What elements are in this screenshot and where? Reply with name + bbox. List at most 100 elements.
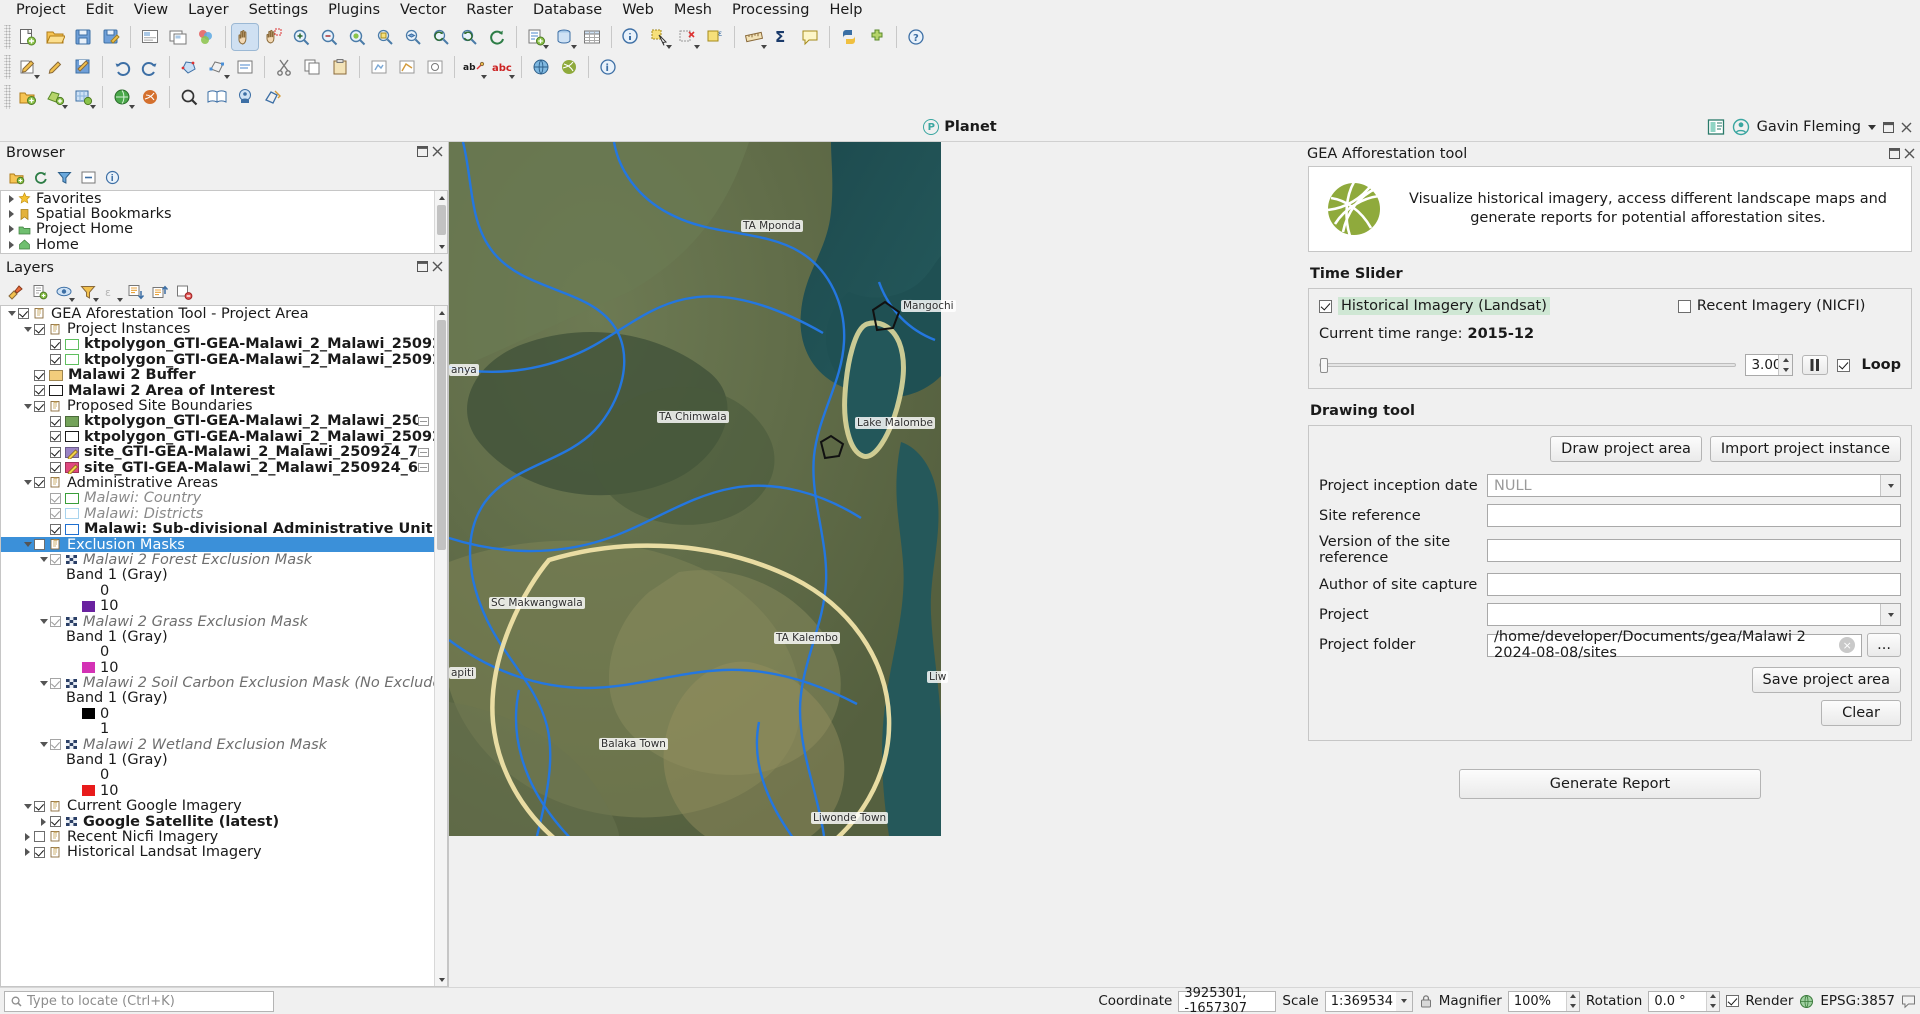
render-checkbox[interactable] — [1726, 995, 1740, 1007]
chevron-right-icon[interactable] — [21, 848, 34, 857]
place-marker-icon[interactable] — [232, 84, 258, 110]
menu-web[interactable]: Web — [612, 0, 664, 21]
python-console-icon[interactable] — [836, 24, 862, 50]
collapse-all-icon[interactable] — [77, 166, 99, 188]
crs-value[interactable]: EPSG:3857 — [1820, 993, 1895, 1009]
new-print-layout-icon[interactable] — [137, 24, 163, 50]
layer-edit-badge-icon[interactable] — [418, 447, 429, 457]
open-data-source-manager-icon[interactable] — [14, 84, 40, 110]
layer-row-ktpolygon-1264[interactable]: ktpolygon_GTI-GEA-Malawi_2_Malawi_250924… — [1, 413, 447, 429]
layer-row-malawi-subdivisional[interactable]: Malawi: Sub-divisional Administrative Un… — [1, 521, 447, 537]
add-line-feature-icon[interactable] — [394, 54, 420, 80]
site-reference-input[interactable] — [1487, 504, 1901, 527]
layer-visibility-checkbox[interactable] — [34, 846, 45, 858]
add-group-icon[interactable] — [29, 281, 51, 303]
filter-legend-icon[interactable] — [77, 281, 99, 303]
magnifier-spinbox[interactable]: 100% — [1507, 990, 1580, 1012]
layer-visibility-checkbox[interactable] — [50, 354, 61, 366]
browser-item-spatial-bookmarks[interactable]: Spatial Bookmarks — [1, 206, 447, 222]
layer-visibility-checkbox[interactable] — [50, 492, 61, 504]
paste-features-icon[interactable] — [327, 54, 353, 80]
menu-project[interactable]: Project — [6, 0, 76, 21]
layers-float-icon[interactable] — [417, 261, 428, 272]
statistical-summary-icon[interactable]: Σ — [769, 24, 795, 50]
spin-up-icon[interactable] — [1707, 991, 1720, 1001]
layer-row-grass-band[interactable]: Band 1 (Gray) — [1, 629, 447, 645]
layer-visibility-checkbox[interactable] — [34, 800, 45, 812]
menu-layer[interactable]: Layer — [178, 0, 238, 21]
chevron-down-icon[interactable] — [21, 480, 34, 486]
layer-row-site-78d2[interactable]: site_GTI-GEA-Malawi_2_Malawi_250924_78d2 — [1, 444, 447, 460]
layer-row-exclusion-masks[interactable]: Exclusion Masks — [1, 537, 447, 553]
layer-row-malawi-country[interactable]: Malawi: Country — [1, 490, 447, 506]
globe-icon[interactable] — [1799, 994, 1814, 1009]
layer-row-forest-val-10[interactable]: 10 — [1, 598, 447, 614]
measure-icon[interactable] — [741, 24, 767, 50]
layer-edit-badge-icon[interactable] — [418, 463, 429, 473]
cut-features-icon[interactable] — [271, 54, 297, 80]
add-ring-icon[interactable] — [422, 54, 448, 80]
menu-raster[interactable]: Raster — [456, 0, 523, 21]
filter-legend-expression-icon[interactable]: ε — [101, 281, 123, 303]
layer-visibility-checkbox[interactable] — [50, 616, 61, 627]
layer-row-soil-val-0[interactable]: 0 — [1, 706, 447, 722]
layer-row-ktpolygon-7c6a-c[interactable]: ktpolygon_GTI-GEA-Malawi_2_Malawi_250924… — [1, 429, 447, 445]
gea-plugin-icon[interactable] — [556, 54, 582, 80]
browse-folder-button[interactable]: ... — [1867, 633, 1901, 657]
pause-button[interactable] — [1802, 355, 1829, 375]
chevron-down-icon[interactable] — [37, 619, 50, 624]
layer-row-forest-band[interactable]: Band 1 (Gray) — [1, 567, 447, 583]
layer-row-historical-landsat-imagery[interactable]: Historical Landsat Imagery — [1, 844, 447, 860]
layer-row-site-6803[interactable]: site_GTI-GEA-Malawi_2_Malawi_250924_6803 — [1, 460, 447, 476]
zoom-last-icon[interactable] — [428, 24, 454, 50]
spin-down-icon[interactable] — [1707, 1001, 1720, 1011]
layer-row-current-google-imagery[interactable]: Current Google Imagery — [1, 798, 447, 814]
messages-icon[interactable] — [1901, 994, 1916, 1009]
zoom-to-layer-icon[interactable] — [400, 24, 426, 50]
globe-plugin-icon[interactable] — [528, 54, 554, 80]
style-manager-icon[interactable] — [193, 24, 219, 50]
layer-row-soil-val-1[interactable]: 1 — [1, 721, 447, 737]
deselect-features-icon[interactable] — [674, 24, 700, 50]
open-layer-styling-icon[interactable] — [5, 281, 27, 303]
toggle-editing-icon[interactable] — [42, 54, 68, 80]
generate-report-button[interactable]: Generate Report — [1459, 769, 1761, 799]
layer-visibility-checkbox[interactable] — [50, 523, 61, 535]
layer-row-google-satellite-latest[interactable]: Google Satellite (latest) — [1, 814, 447, 830]
layer-visibility-checkbox[interactable] — [50, 462, 61, 474]
add-vector-layer-icon[interactable] — [42, 84, 68, 110]
toolbar-grip[interactable] — [4, 55, 11, 79]
zoom-next-icon[interactable] — [456, 24, 482, 50]
geoprocessing-icon[interactable] — [260, 84, 286, 110]
pan-map-icon[interactable] — [231, 23, 259, 51]
save-layer-edits-icon[interactable] — [70, 54, 96, 80]
spin-down-icon[interactable] — [1779, 365, 1793, 375]
browser-item-favorites[interactable]: Favorites — [1, 191, 447, 207]
chevron-right-icon[interactable] — [37, 817, 50, 826]
spin-up-icon[interactable] — [1779, 355, 1793, 365]
layer-row-grass-val-10[interactable]: 10 — [1, 660, 447, 676]
layer-row-forest-val-0[interactable]: 0 — [1, 583, 447, 599]
label-toolbar-ab-icon[interactable]: ab — [461, 54, 487, 80]
layer-row-soil-carbon-exclusion-mask[interactable]: Malawi 2 Soil Carbon Exclusion Mask (No … — [1, 675, 447, 691]
chevron-down-icon[interactable] — [571, 45, 577, 49]
layer-row-administrative-areas[interactable]: Administrative Areas — [1, 475, 447, 491]
scroll-thumb[interactable] — [437, 205, 446, 235]
toolbar-grip[interactable] — [4, 85, 11, 109]
zoom-full-icon[interactable] — [344, 24, 370, 50]
open-project-icon[interactable] — [42, 24, 68, 50]
layer-visibility-checkbox[interactable] — [18, 308, 29, 320]
layers-close-icon[interactable] — [432, 261, 443, 272]
filter-icon[interactable] — [53, 166, 75, 188]
undo-icon[interactable] — [109, 54, 135, 80]
spin-down-icon[interactable] — [1566, 1001, 1579, 1011]
scroll-down-icon[interactable] — [435, 973, 447, 986]
data-source-manager-icon[interactable] — [551, 24, 577, 50]
layer-visibility-checkbox[interactable] — [50, 431, 61, 443]
menu-processing[interactable]: Processing — [722, 0, 819, 21]
version-of-site-reference-input[interactable] — [1487, 538, 1901, 562]
spin-up-icon[interactable] — [1566, 991, 1579, 1001]
open-book-icon[interactable] — [204, 84, 230, 110]
chevron-right-icon[interactable] — [5, 210, 18, 219]
select-features-icon[interactable] — [646, 24, 672, 50]
